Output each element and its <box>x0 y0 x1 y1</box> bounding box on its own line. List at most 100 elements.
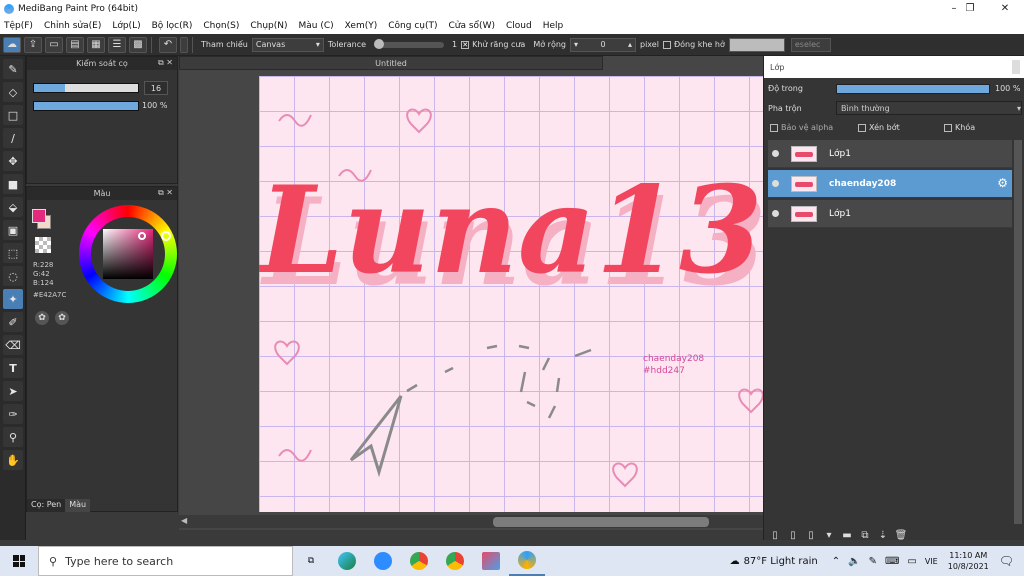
brush-size-value[interactable]: 16 <box>144 81 168 95</box>
weather-icon[interactable]: ☁ <box>730 556 740 567</box>
menu-window[interactable]: Cửa sổ(W) <box>449 21 495 31</box>
clipping-option[interactable]: Xén bớt <box>858 123 900 132</box>
hue-cursor[interactable] <box>161 231 171 241</box>
menu-layer[interactable]: Lớp(L) <box>112 21 140 31</box>
volume-icon[interactable]: 🔈 <box>848 556 860 567</box>
magic-wand-tool-icon[interactable]: ✦ <box>3 289 23 309</box>
gear-icon[interactable]: ⚙ <box>997 176 1008 190</box>
delete-layer-icon[interactable]: 🗑 <box>894 528 908 542</box>
clock[interactable]: 11:10 AM 10/8/2021 <box>948 550 989 572</box>
lock-option[interactable]: Khóa <box>944 123 975 132</box>
menu-edit[interactable]: Chỉnh sửa(E) <box>44 21 101 31</box>
fill-rect-tool-icon[interactable]: ■ <box>3 174 23 194</box>
taskbar-search[interactable]: ⚲ Type here to search <box>38 546 293 576</box>
close-gap-slider[interactable] <box>728 37 785 52</box>
select-eraser-tool-icon[interactable]: ⌫ <box>3 335 23 355</box>
edge-icon[interactable] <box>329 546 365 576</box>
operation-tool-icon[interactable]: ➤ <box>3 381 23 401</box>
menu-snap[interactable]: Chụp(N) <box>250 21 287 31</box>
page-icon[interactable]: ▦ <box>87 36 105 53</box>
protect-alpha-checkbox[interactable] <box>770 123 778 132</box>
brush-size-slider[interactable] <box>33 83 139 93</box>
add-layer-menu-icon[interactable]: ▾ <box>822 528 836 542</box>
menu-file[interactable]: Tệp(F) <box>4 21 33 31</box>
visibility-icon[interactable] <box>772 210 779 217</box>
layer-row[interactable]: Lớp1 <box>768 140 1012 168</box>
text-tool-icon[interactable]: T <box>3 358 23 378</box>
lock-checkbox[interactable] <box>944 123 952 132</box>
visibility-icon[interactable] <box>772 180 779 187</box>
palette-icon[interactable]: ✿ <box>35 311 49 325</box>
weather-text[interactable]: 87°F Light rain <box>744 556 818 567</box>
select-pen-tool-icon[interactable]: ✐ <box>3 312 23 332</box>
notification-icon[interactable]: 🗨 <box>999 554 1014 568</box>
brush-tool-icon[interactable]: ✎ <box>3 59 23 79</box>
layers-scrollbar[interactable] <box>1014 140 1022 524</box>
tolerance-slider[interactable] <box>374 38 445 49</box>
reference-select[interactable]: Canvas ▾ <box>251 37 324 52</box>
bucket-tool-icon[interactable]: ⬙ <box>3 197 23 217</box>
chevron-up-icon[interactable]: ⌃ <box>832 556 840 567</box>
folder-icon[interactable]: ▬ <box>840 528 854 542</box>
close-button[interactable]: ✕ <box>988 0 1022 17</box>
line-tool-icon[interactable]: ∕ <box>3 128 23 148</box>
start-button[interactable] <box>0 546 38 576</box>
new-8bit-layer-icon[interactable]: ▯ <box>804 528 818 542</box>
document-tab[interactable]: Untitled <box>179 56 603 70</box>
merge-down-icon[interactable]: ⇣ <box>876 528 890 542</box>
panel-scroll-handle[interactable] <box>1012 60 1020 74</box>
chrome-icon[interactable] <box>401 546 437 576</box>
undo-icon[interactable]: ↶ <box>159 36 177 53</box>
menu-filter[interactable]: Bộ lọc(R) <box>152 21 193 31</box>
zoom-icon[interactable] <box>365 546 401 576</box>
new-color-layer-icon[interactable]: ▯ <box>786 528 800 542</box>
eraser-tool-icon[interactable]: ◇ <box>3 82 23 102</box>
brush-opacity-slider[interactable] <box>33 101 139 111</box>
image-app-icon[interactable] <box>473 546 509 576</box>
share-icon[interactable]: ⇪ <box>24 36 42 53</box>
maximize-button[interactable]: ❐ <box>953 0 987 17</box>
cloud-icon[interactable]: ☁ <box>3 36 21 53</box>
hue-wheel[interactable] <box>79 205 177 303</box>
antialias-checkbox[interactable]: ✕ <box>461 40 470 49</box>
gradient-tool-icon[interactable]: ▣ <box>3 220 23 240</box>
tab-brush[interactable]: Cọ: Pen <box>27 499 66 512</box>
transparent-color-swatch[interactable] <box>35 237 51 253</box>
blend-mode-select[interactable]: Bình thường ▾ <box>836 101 1022 115</box>
layer-opacity-slider[interactable] <box>836 84 990 94</box>
palette-add-icon[interactable]: ✿ <box>55 311 69 325</box>
visibility-icon[interactable] <box>772 150 779 157</box>
scroll-left-icon[interactable]: ◀ <box>181 516 187 525</box>
canvas-paper[interactable]: Luna13C Luna13C chaenday208 #hdd247 <box>259 76 763 512</box>
divide-tool-icon[interactable]: ✑ <box>3 404 23 424</box>
menu-select[interactable]: Chọn(S) <box>203 21 239 31</box>
primary-color-swatch[interactable] <box>32 209 46 223</box>
duplicate-layer-icon[interactable]: ⧉ <box>858 528 872 542</box>
toolbar-handle[interactable] <box>180 36 188 53</box>
tab-color[interactable]: Màu <box>65 499 91 512</box>
task-view-icon[interactable]: ⧉ <box>293 546 329 576</box>
expand-stepper[interactable]: ▾ 0 ▴ <box>570 37 636 52</box>
clipping-checkbox[interactable] <box>858 123 866 132</box>
grid-icon[interactable]: ▩ <box>129 36 147 53</box>
sv-cursor[interactable] <box>138 232 146 240</box>
medibang-taskbar-icon[interactable] <box>509 546 545 576</box>
scrollbar-thumb[interactable] <box>493 517 709 527</box>
move-tool-icon[interactable]: ✥ <box>3 151 23 171</box>
menu-cloud[interactable]: Cloud <box>506 21 532 31</box>
deselect-button[interactable]: eselec <box>790 37 831 52</box>
hand-tool-icon[interactable]: ✋ <box>3 450 23 470</box>
message-icon[interactable]: ▤ <box>66 36 84 53</box>
horizontal-scrollbar[interactable]: ◀ <box>179 515 763 528</box>
list-icon[interactable]: ☰ <box>108 36 126 53</box>
menu-tools[interactable]: Công cụ(T) <box>388 21 437 31</box>
rectangle-tool-icon[interactable]: □ <box>3 105 23 125</box>
rect-select-tool-icon[interactable]: ⬚ <box>3 243 23 263</box>
new-layer-icon[interactable]: ▯ <box>768 528 782 542</box>
lasso-tool-icon[interactable]: ◌ <box>3 266 23 286</box>
comment-icon[interactable]: ▭ <box>45 36 63 53</box>
eyedropper-tool-icon[interactable]: ⚲ <box>3 427 23 447</box>
menu-color[interactable]: Màu (C) <box>299 21 334 31</box>
menu-view[interactable]: Xem(Y) <box>345 21 378 31</box>
chrome-profile-icon[interactable] <box>437 546 473 576</box>
